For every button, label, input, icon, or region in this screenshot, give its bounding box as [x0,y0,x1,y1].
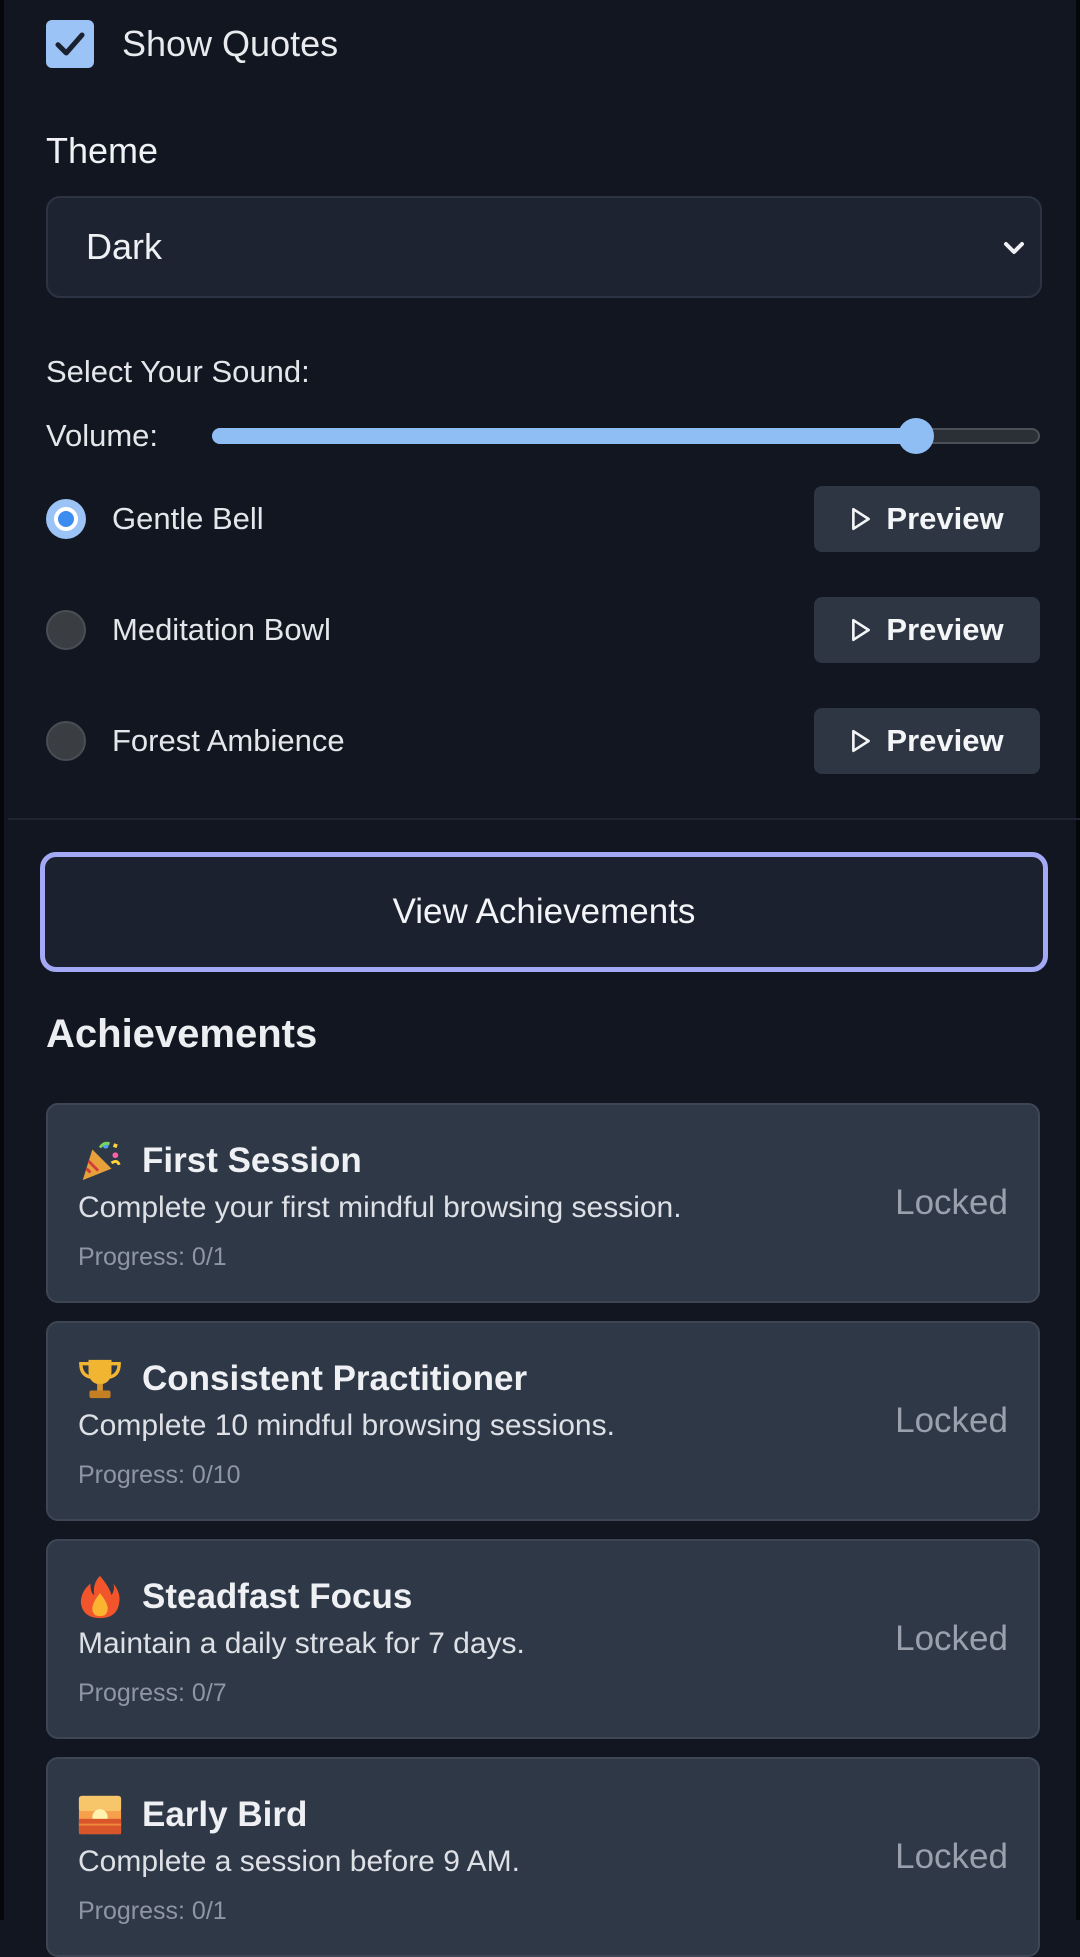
achievement-name: First Session [142,1141,362,1180]
volume-thumb[interactable] [897,418,934,454]
trophy-icon [76,1355,124,1403]
party-popper-icon [76,1137,124,1185]
play-icon [852,618,871,642]
sound-option-meditation-bowl[interactable]: Meditation Bowl Preview [46,597,1040,663]
show-quotes-label: Show Quotes [122,23,339,64]
theme-select[interactable]: Dark [46,196,1042,298]
sound-radio-forest-ambience[interactable] [46,721,86,761]
achievement-progress: Progress: 0/10 [78,1461,241,1489]
sound-name: Meditation Bowl [112,612,331,647]
preview-label: Preview [886,723,1004,758]
preview-button-gentle-bell[interactable]: Preview [814,486,1040,552]
achievement-status: Locked [895,1401,1008,1440]
achievement-description: Complete your first mindful browsing ses… [78,1191,682,1224]
fire-icon [76,1573,124,1621]
sound-radio-meditation-bowl[interactable] [46,610,86,650]
achievement-name-row: Steadfast Focus [76,1573,412,1621]
achievement-name: Early Bird [142,1795,308,1834]
achievement-progress: Progress: 0/7 [78,1679,227,1707]
show-quotes-checkbox[interactable] [46,20,94,68]
achievement-status: Locked [895,1183,1008,1222]
sound-section-label: Select Your Sound: [46,354,310,389]
achievement-name-row: Consistent Practitioner [76,1355,527,1403]
preview-label: Preview [886,612,1004,647]
achievement-card-consistent-practitioner: Consistent Practitioner Complete 10 mind… [46,1321,1040,1521]
achievement-card-first-session: First Session Complete your first mindfu… [46,1103,1040,1303]
achievement-name-row: First Session [76,1137,362,1185]
achievement-progress: Progress: 0/1 [78,1897,227,1925]
achievement-status: Locked [895,1837,1008,1876]
sound-name: Gentle Bell [112,501,264,536]
play-icon [852,507,871,531]
volume-label: Volume: [46,418,159,453]
achievements-heading: Achievements [46,1012,318,1056]
sunrise-icon [76,1791,124,1839]
chevron-down-icon [1004,242,1024,254]
achievement-card-early-bird: Early Bird Complete a session before 9 A… [46,1757,1040,1957]
volume-fill [212,428,916,444]
achievement-name: Steadfast Focus [142,1577,413,1616]
achievement-name-row: Early Bird [76,1791,307,1839]
settings-panel: Show Quotes Theme Dark Select Your Sound… [0,0,1080,1957]
sound-option-gentle-bell[interactable]: Gentle Bell Preview [46,486,1040,552]
achievement-description: Complete a session before 9 AM. [78,1845,520,1878]
achievement-progress: Progress: 0/1 [78,1243,227,1271]
view-achievements-label: View Achievements [392,892,696,931]
preview-button-meditation-bowl[interactable]: Preview [814,597,1040,663]
show-quotes-option[interactable]: Show Quotes [46,20,338,68]
achievement-name: Consistent Practitioner [142,1359,528,1398]
achievement-description: Maintain a daily streak for 7 days. [78,1627,525,1660]
preview-button-forest-ambience[interactable]: Preview [814,708,1040,774]
achievement-status: Locked [895,1619,1008,1658]
section-divider [8,818,1080,820]
theme-selected-value: Dark [86,226,163,267]
play-icon [852,729,871,753]
sound-option-forest-ambience[interactable]: Forest Ambience Preview [46,708,1040,774]
view-achievements-button[interactable]: View Achievements [40,852,1048,972]
preview-label: Preview [886,501,1004,536]
achievement-description: Complete 10 mindful browsing sessions. [78,1409,615,1442]
theme-label: Theme [46,130,159,171]
sound-name: Forest Ambience [112,723,345,758]
achievement-card-steadfast-focus: Steadfast Focus Maintain a daily streak … [46,1539,1040,1739]
checkmark-icon [55,32,85,56]
volume-slider[interactable] [212,418,1040,454]
sound-radio-gentle-bell[interactable] [46,499,86,539]
